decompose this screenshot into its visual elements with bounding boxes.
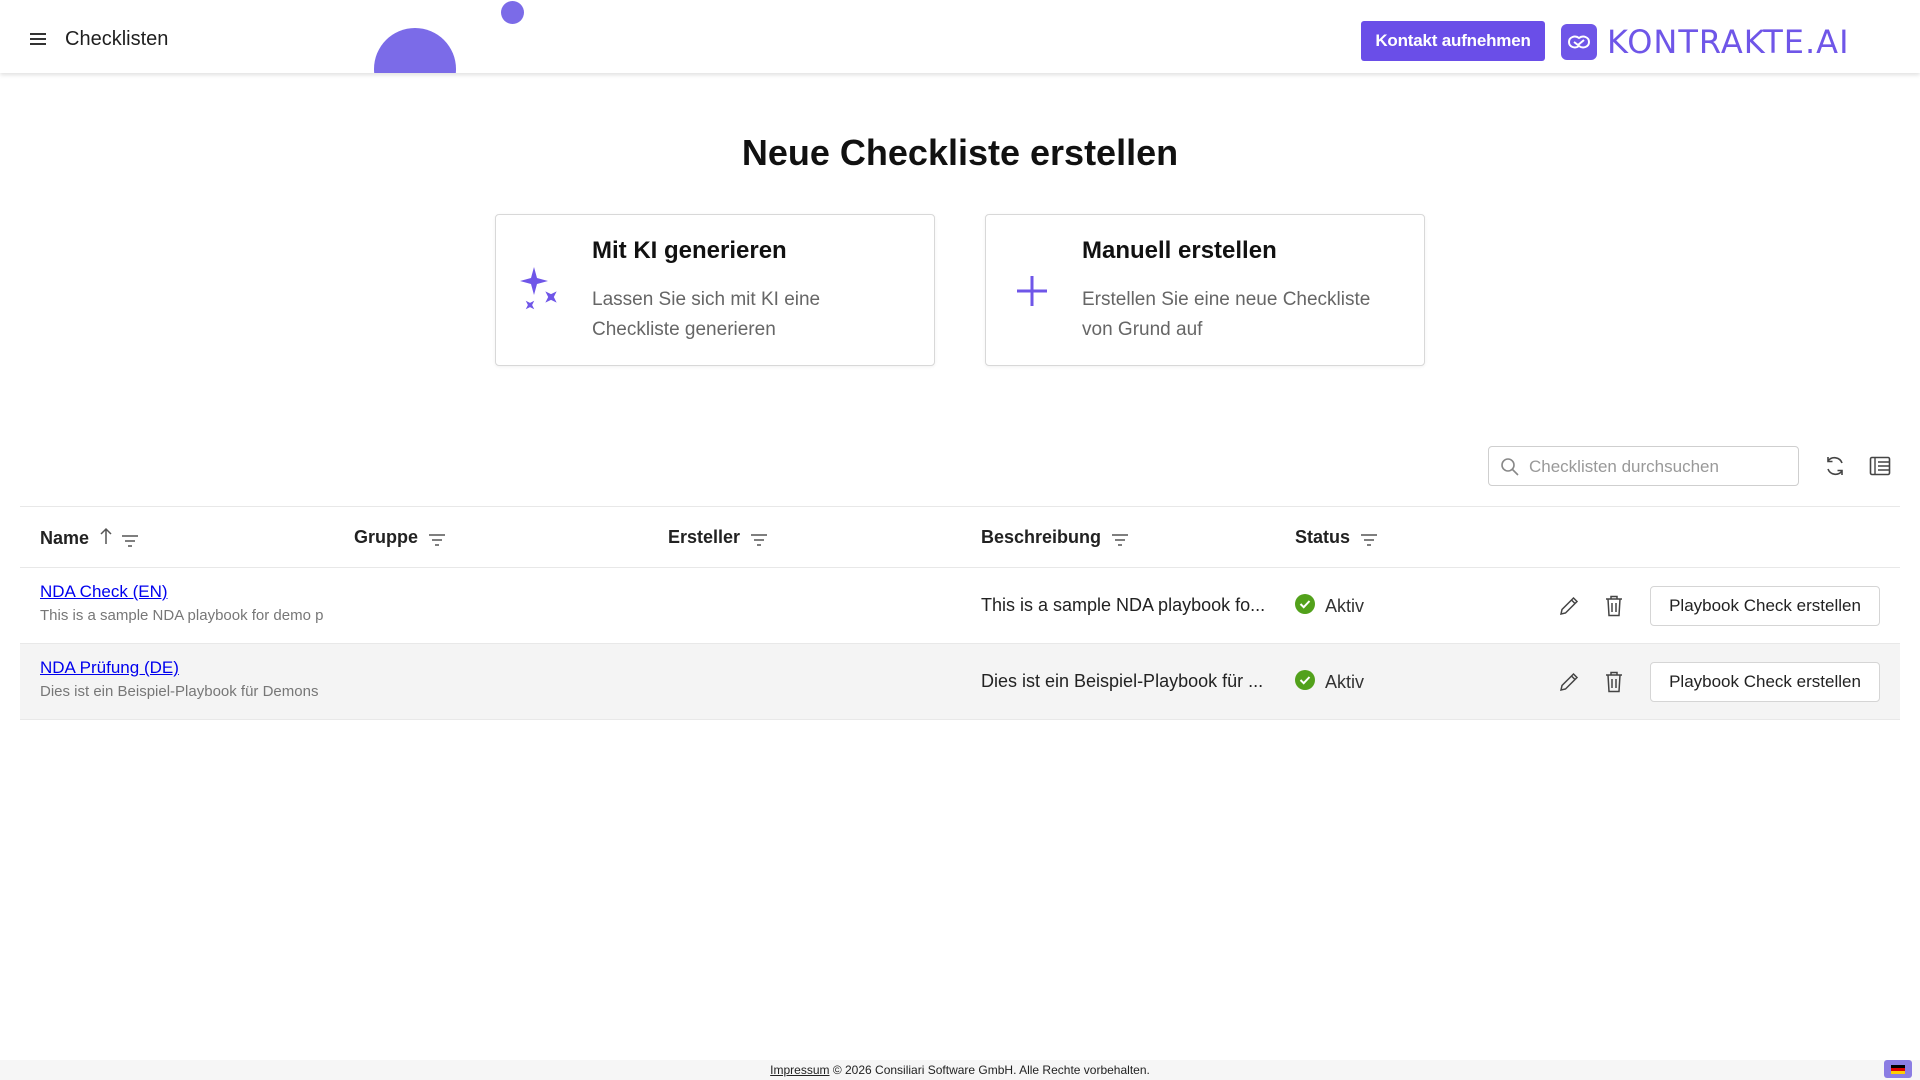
contact-button[interactable]: Kontakt aufnehmen (1361, 21, 1545, 61)
refresh-icon[interactable] (1821, 452, 1849, 480)
column-header-creator[interactable]: Ersteller (668, 527, 768, 548)
edit-icon[interactable] (1557, 594, 1581, 618)
plus-icon (1010, 265, 1054, 315)
column-header-name[interactable]: Name (40, 527, 139, 550)
checklist-link[interactable]: NDA Check (EN) (40, 582, 334, 602)
name-cell: NDA Prüfung (DE) Dies ist ein Beispiel-P… (40, 658, 334, 700)
description-cell: This is a sample NDA playbook fo... (981, 595, 1266, 615)
status-label: Aktiv (1325, 596, 1365, 616)
create-playbook-check-button[interactable]: Playbook Check erstellen (1650, 662, 1880, 702)
table-row: NDA Check (EN) This is a sample NDA play… (20, 568, 1900, 644)
check-circle-icon (1295, 670, 1315, 695)
impressum-link[interactable]: Impressum (770, 1063, 829, 1077)
logo-text: KONTRAKTE.AI (1607, 23, 1850, 61)
card-title: Mit KI generieren (592, 237, 787, 264)
checklist-subtitle: Dies ist ein Beispiel-Playbook für Demon… (40, 683, 319, 700)
sort-ascending-icon[interactable] (99, 527, 113, 550)
column-header-description[interactable]: Beschreibung (981, 527, 1129, 548)
check-circle-icon (1295, 594, 1315, 619)
status-label: Aktiv (1325, 672, 1365, 692)
trash-icon[interactable] (1603, 670, 1625, 694)
card-title: Manuell erstellen (1082, 237, 1277, 264)
app-header: Checklisten Kontakt aufnehmen KONTRAKTE.… (0, 0, 1920, 73)
kontrakte-logo[interactable]: KONTRAKTE.AI (1561, 23, 1850, 61)
footer: Impressum © 2026 Consiliari Software Gmb… (0, 1060, 1920, 1080)
search-box[interactable] (1488, 446, 1799, 486)
status-cell: Aktiv (1295, 594, 1364, 619)
decorative-circle-large (374, 28, 456, 73)
filter-icon[interactable] (1360, 531, 1378, 546)
column-header-status[interactable]: Status (1295, 527, 1378, 548)
description-cell: Dies ist ein Beispiel-Playbook für ... (981, 671, 1264, 691)
sparkles-icon (520, 265, 564, 315)
create-manually-card[interactable]: Manuell erstellen Erstellen Sie eine neu… (985, 214, 1425, 366)
table-row: NDA Prüfung (DE) Dies ist ein Beispiel-P… (20, 644, 1900, 720)
menu-icon[interactable] (26, 28, 54, 50)
decorative-circle-small (501, 1, 524, 24)
language-flag-icon[interactable] (1884, 1060, 1912, 1078)
checklist-subtitle: This is a sample NDA playbook for demo p (40, 607, 324, 624)
page-title: Checklisten (65, 28, 169, 50)
column-header-group[interactable]: Gruppe (354, 527, 446, 548)
name-cell: NDA Check (EN) This is a sample NDA play… (40, 582, 334, 624)
handshake-icon (1561, 24, 1597, 60)
create-playbook-check-button[interactable]: Playbook Check erstellen (1650, 586, 1880, 626)
filter-icon[interactable] (121, 532, 139, 547)
card-description: Erstellen Sie eine neue Checkliste von G… (1082, 289, 1371, 340)
filter-icon[interactable] (1111, 531, 1129, 546)
status-cell: Aktiv (1295, 670, 1364, 695)
create-checklist-heading: Neue Checkliste erstellen (741, 132, 1179, 173)
filter-icon[interactable] (750, 531, 768, 546)
edit-icon[interactable] (1557, 670, 1581, 694)
trash-icon[interactable] (1603, 594, 1625, 618)
generate-with-ai-card[interactable]: Mit KI generieren Lassen Sie sich mit KI… (495, 214, 935, 366)
checklist-link[interactable]: NDA Prüfung (DE) (40, 658, 334, 678)
card-description: Lassen Sie sich mit KI eine Checkliste g… (592, 289, 821, 340)
column-settings-icon[interactable] (1866, 452, 1894, 480)
table-header: Name Gruppe Ersteller Beschreibung Statu… (20, 506, 1900, 568)
checklists-table: Name Gruppe Ersteller Beschreibung Statu… (20, 506, 1900, 720)
search-input[interactable] (1529, 453, 1789, 481)
filter-icon[interactable] (428, 531, 446, 546)
copyright-text: © 2026 Consiliari Software GmbH. Alle Re… (829, 1063, 1150, 1077)
search-icon (1500, 457, 1520, 477)
